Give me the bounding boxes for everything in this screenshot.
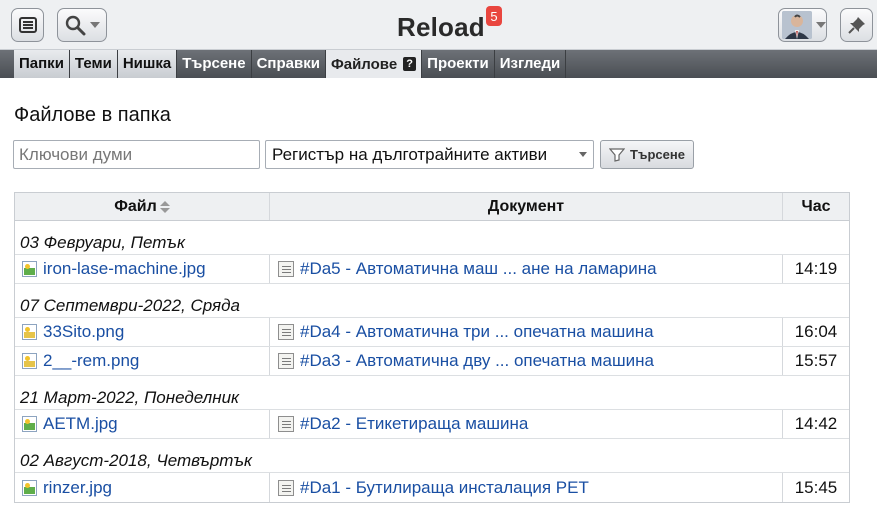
tab-search[interactable]: Търсене [177,50,252,78]
date-group-header: 21 Март-2022, Понеделник [15,376,849,410]
image-jpg-icon [22,416,37,432]
tab-reports[interactable]: Справки [252,50,326,78]
document-link[interactable]: #Da1 - Бутилираща инсталация PET [300,478,589,498]
menu-icon [18,17,37,33]
file-link[interactable]: 2__-rem.png [43,351,139,371]
avatar [782,11,812,39]
file-link[interactable]: AETM.jpg [43,414,118,434]
document-link[interactable]: #Da2 - Етикетираща машина [300,414,528,434]
date-group-header: 03 Февруари, Петък [15,221,849,255]
page-title: Файлове в папка [14,104,171,126]
document-link[interactable]: #Da3 - Автоматична дву ... опечатна маши… [300,351,654,371]
tab-thread[interactable]: Нишка [117,50,178,78]
tab-folders[interactable]: Папки [14,50,70,78]
file-link[interactable]: rinzer.jpg [43,478,112,498]
tab-views[interactable]: Изгледи [495,50,567,78]
column-header-file[interactable]: Файл [15,193,270,220]
column-header-time: Час [801,197,831,215]
image-jpg-icon [22,479,37,496]
document-link[interactable]: #Da5 - Автоматична маш ... ане на ламари… [300,259,657,279]
tab-files[interactable]: Файлове ? [325,50,423,78]
pin-button[interactable] [840,8,873,42]
table-row: rinzer.jpg #Da1 - Бутилираща инсталация … [15,473,849,502]
image-jpg-icon [22,261,37,277]
help-icon[interactable]: ? [403,57,417,71]
notification-badge[interactable]: 5 [486,6,502,26]
chevron-down-icon [90,22,100,28]
document-icon [278,353,294,369]
tab-projects[interactable]: Проекти [422,50,495,78]
main-menu-button[interactable] [11,8,44,42]
image-png-icon [22,353,37,369]
register-select[interactable]: Регистър на дълготрайните активи [265,140,594,169]
nav-tabs: Папки Теми Нишка Търсене Справки Файлове… [14,50,567,78]
time-cell: 14:19 [794,259,838,278]
date-group-header: 02 Август-2018, Четвъртък [15,439,849,473]
document-icon [278,416,294,432]
document-link[interactable]: #Da4 - Автоматична три ... опечатна маши… [300,322,654,342]
top-header: Reload 5 [0,0,877,50]
column-header-document: Документ [270,193,783,220]
table-row: AETM.jpg #Da2 - Етикетираща машина 14:42 [15,410,849,439]
chevron-down-icon [579,152,587,157]
table-row: iron-lase-machine.jpg #Da5 - Автоматична… [15,255,849,284]
file-link[interactable]: iron-lase-machine.jpg [43,259,206,279]
time-cell: 16:04 [794,322,838,341]
time-cell: 15:57 [794,351,838,370]
document-icon [278,261,294,277]
pin-icon [847,17,865,34]
document-icon [278,324,294,340]
sort-icon [159,200,170,213]
column-header-file-label: Файл [114,197,157,215]
app-title: Reload [397,12,485,42]
user-menu-button[interactable] [778,8,827,42]
time-cell: 14:42 [794,414,838,433]
time-cell: 15:45 [794,477,838,497]
keywords-input[interactable] [13,140,260,169]
document-icon [278,479,294,496]
register-select-value: Регистър на дълготрайните активи [272,144,548,164]
table-row: 33Sito.png #Da4 - Автоматична три ... оп… [15,318,849,347]
chevron-down-icon [816,22,826,28]
date-group-header: 07 Септември-2022, Сряда [15,284,849,318]
files-table: Файл Документ Час 03 Февруари, Петък iro… [14,192,850,503]
image-png-icon [22,324,37,340]
file-link[interactable]: 33Sito.png [43,322,124,342]
table-header: Файл Документ Час [15,193,849,221]
search-icon [65,15,86,36]
search-button-label: Търсене [630,147,685,162]
table-row: 2__-rem.png #Da3 - Автоматична дву ... о… [15,347,849,376]
tab-files-label: Файлове [330,55,398,73]
search-button[interactable]: Търсене [600,140,694,169]
main-nav: Папки Теми Нишка Търсене Справки Файлове… [0,50,877,78]
tab-topics[interactable]: Теми [69,50,118,78]
filter-icon [609,147,626,162]
search-dropdown-button[interactable] [57,8,107,42]
